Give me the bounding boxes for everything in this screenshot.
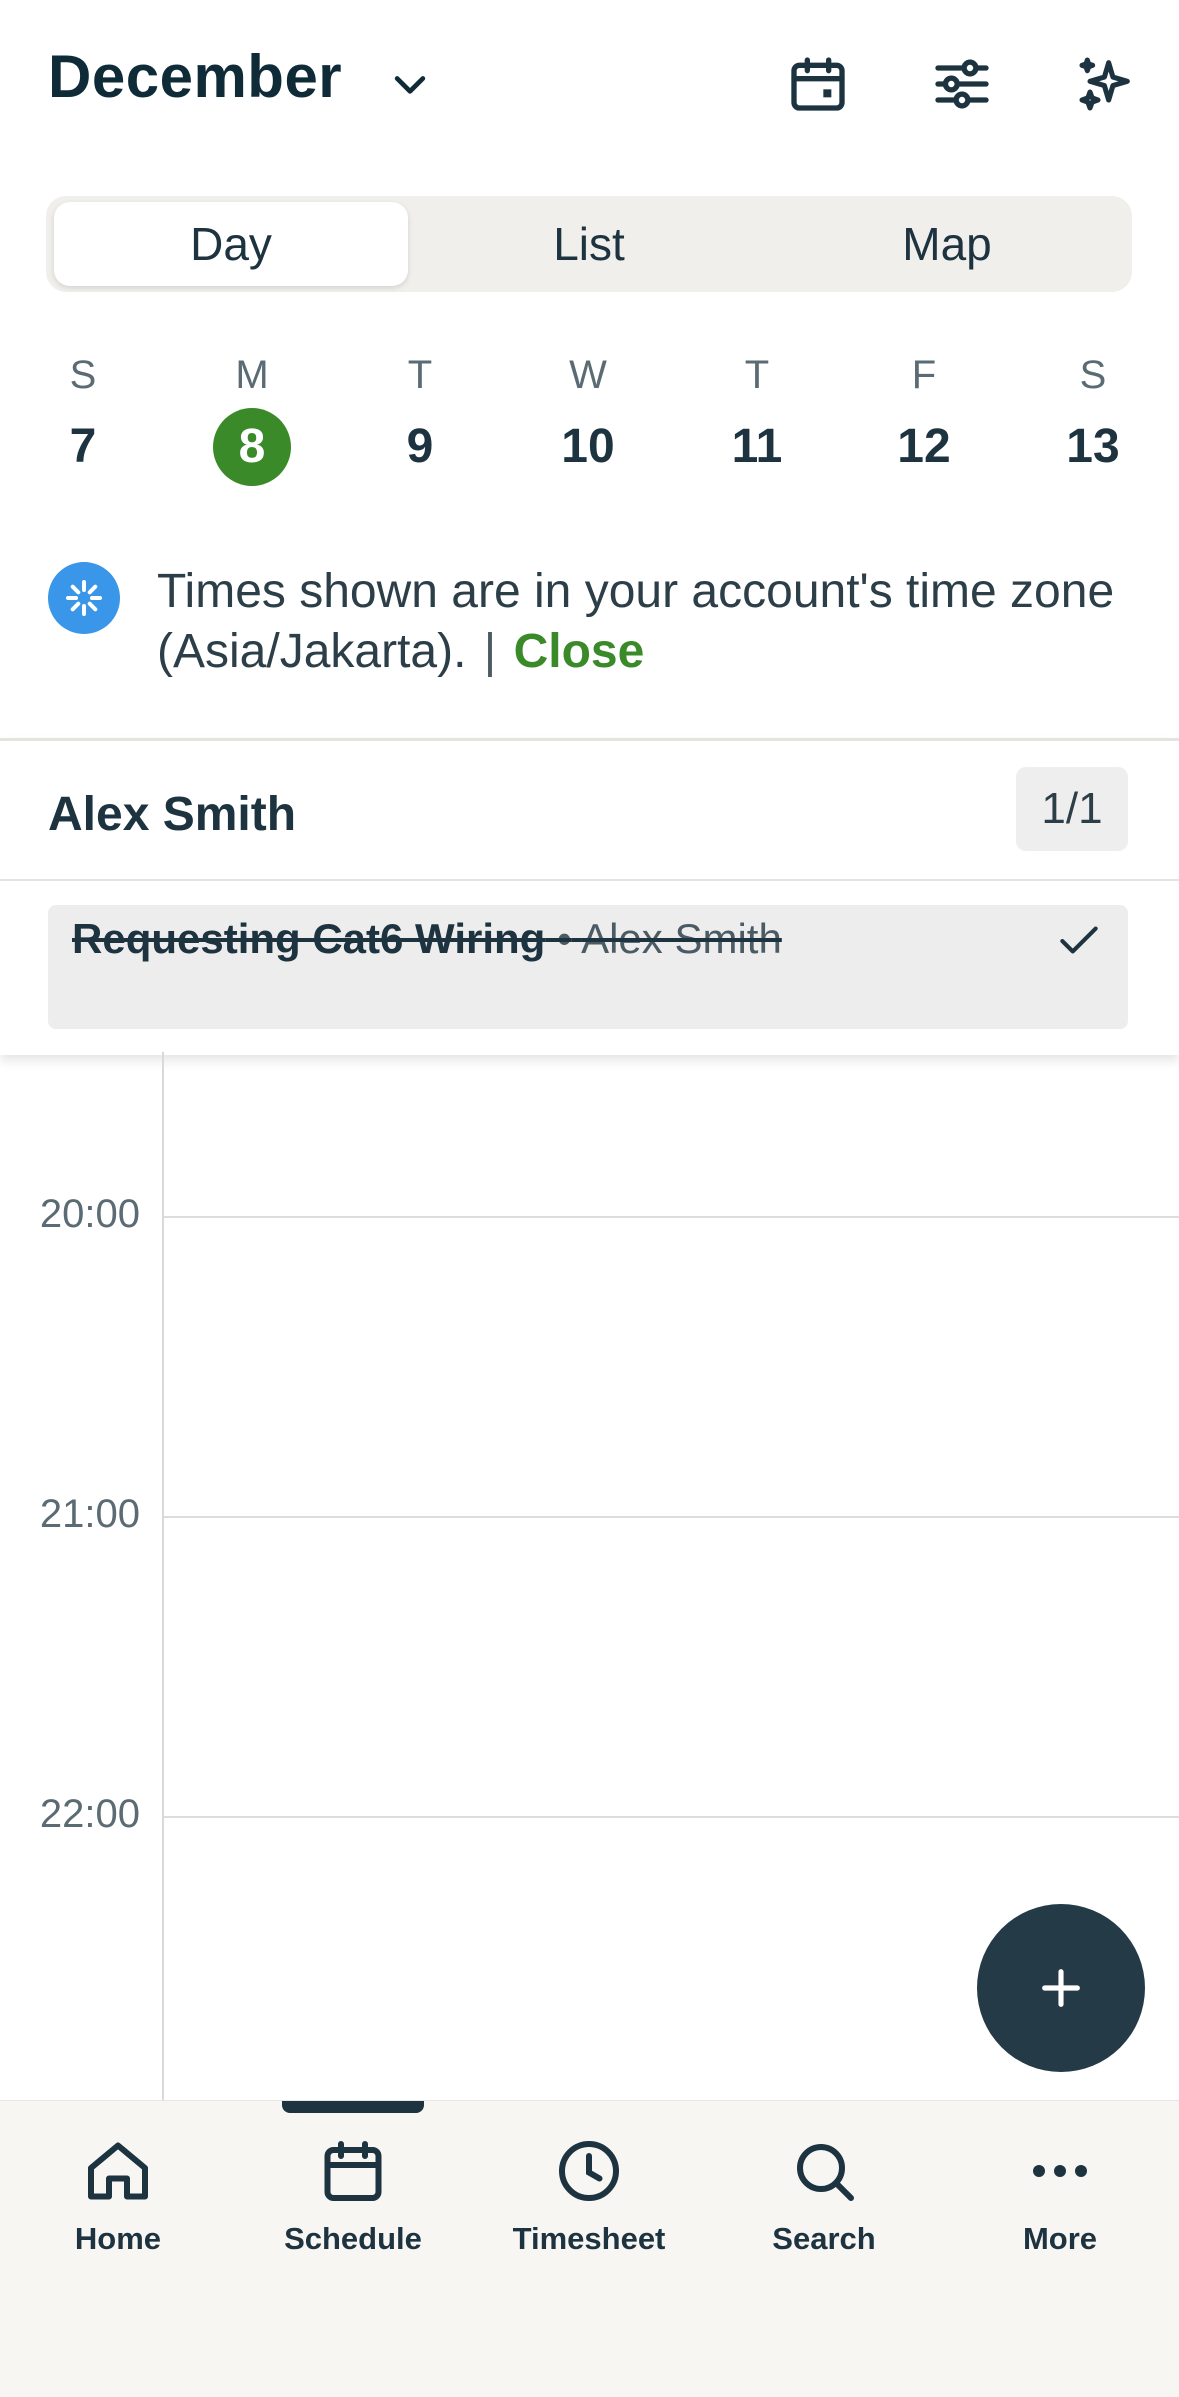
calendar-icon[interactable] (786, 52, 850, 116)
nav-schedule[interactable]: Schedule (253, 2135, 453, 2257)
sparkles-icon[interactable] (1074, 52, 1138, 116)
day-mon-8[interactable]: M 8 (192, 350, 312, 486)
day-letter: T (744, 353, 770, 397)
checkmark-icon (1060, 926, 1098, 954)
calendar-icon (324, 2141, 382, 2201)
nav-search[interactable]: Search (724, 2135, 924, 2257)
search-icon (797, 2144, 854, 2201)
nav-label: Search (772, 2221, 876, 2256)
day-thu-11[interactable]: T 11 (697, 350, 817, 482)
day-tue-9[interactable]: T 9 (360, 350, 480, 482)
more-dots-icon (1033, 2165, 1087, 2177)
view-switcher: Day List Map (46, 196, 1132, 292)
technician-name[interactable]: Alex Smith (48, 787, 296, 842)
chevron-down-icon[interactable] (388, 62, 432, 106)
job-item[interactable]: Requesting Cat6 Wiring • Alex Smith (48, 905, 1128, 1029)
day-letter: F (911, 353, 937, 397)
nav-timesheet[interactable]: Timesheet (489, 2135, 689, 2257)
home-icon (88, 2142, 148, 2200)
day-number: 7 (69, 420, 97, 473)
day-number: 9 (406, 420, 434, 473)
day-fri-12[interactable]: F 12 (864, 350, 984, 482)
day-number: 10 (561, 420, 615, 473)
timeline-axis (162, 1052, 164, 2100)
close-banner-link[interactable]: Close (514, 625, 645, 678)
day-number-selected: 8 (213, 408, 291, 486)
day-number: 13 (1066, 420, 1120, 473)
day-letter: S (1079, 353, 1107, 397)
job-count-badge: 1/1 (1016, 767, 1128, 851)
month-title[interactable]: December (48, 42, 342, 111)
clock-icon (559, 2141, 619, 2201)
tab-map[interactable]: Map (770, 202, 1124, 286)
tab-list[interactable]: List (412, 202, 766, 286)
day-number: 11 (731, 420, 783, 473)
nav-label: More (1022, 2221, 1098, 2256)
nav-label: Schedule (284, 2221, 422, 2256)
day-letter: S (69, 353, 97, 397)
active-tab-indicator (282, 2101, 424, 2113)
plus-icon (1042, 1969, 1080, 2007)
info-spinner-icon (48, 562, 120, 634)
job-title: Requesting Cat6 Wiring (72, 915, 546, 962)
hour-gridline (164, 1516, 1179, 1518)
job-text: Requesting Cat6 Wiring • Alex Smith (72, 915, 782, 963)
day-wed-10[interactable]: W 10 (528, 350, 648, 482)
day-sun-7[interactable]: S 7 (23, 350, 143, 482)
day-letter: M (235, 353, 269, 397)
nav-label: Timesheet (512, 2221, 666, 2256)
job-bullet: • (557, 915, 572, 962)
nav-label: Home (74, 2221, 162, 2256)
hour-gridline (164, 1816, 1179, 1818)
divider (0, 879, 1179, 881)
day-number: 12 (897, 420, 951, 473)
job-assignee: Alex Smith (581, 915, 782, 962)
day-letter: W (569, 353, 607, 397)
hour-label: 22:00 (39, 1792, 140, 1836)
bottom-navigation: Home Schedule Timesheet Search More (0, 2100, 1179, 2397)
tab-day[interactable]: Day (54, 202, 408, 286)
timezone-notice: Times shown are in your account's time z… (157, 562, 1117, 682)
add-button[interactable] (977, 1904, 1145, 2072)
nav-more[interactable]: More (960, 2135, 1160, 2257)
nav-home[interactable]: Home (18, 2135, 218, 2257)
separator: | (483, 625, 497, 678)
hour-label: 21:00 (39, 1492, 140, 1536)
day-sat-13[interactable]: S 13 (1033, 350, 1153, 482)
hour-gridline (164, 1216, 1179, 1218)
technician-card: Alex Smith 1/1 Requesting Cat6 Wiring • … (0, 738, 1179, 1055)
filter-sliders-icon[interactable] (930, 52, 994, 116)
hour-label: 20:00 (39, 1192, 140, 1236)
app-header: December (0, 0, 1179, 170)
day-letter: T (407, 353, 433, 397)
